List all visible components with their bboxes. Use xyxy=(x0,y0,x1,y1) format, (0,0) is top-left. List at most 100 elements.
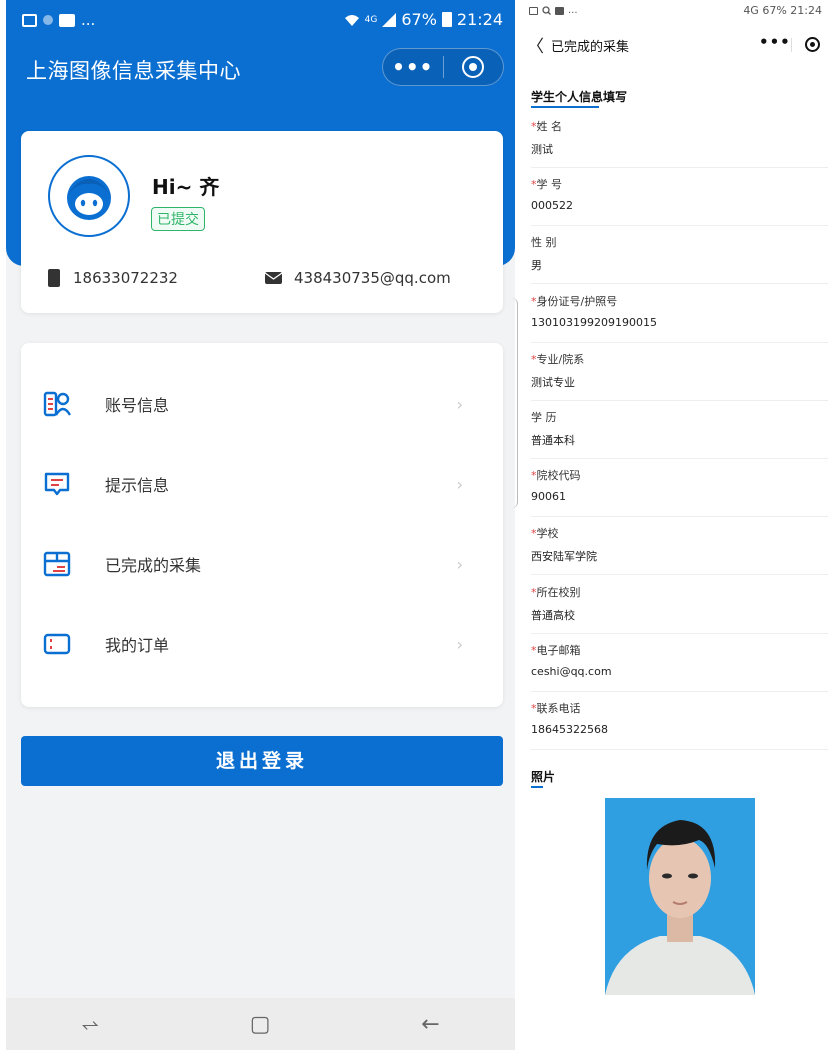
form-field: *所在校别普通高校 xyxy=(531,576,828,634)
field-label-text: 所在校别 xyxy=(536,586,581,599)
wifi-icon xyxy=(344,14,359,26)
field-value: 西安陆军学院 xyxy=(531,550,597,563)
system-nav-bar: ⥋ ▢ ← xyxy=(6,998,515,1050)
field-value: 90061 xyxy=(531,490,566,503)
chevron-right-icon: › xyxy=(456,634,463,654)
network-type: 4G xyxy=(743,4,759,17)
more-button[interactable]: ••• xyxy=(383,48,443,86)
form-field: *姓 名测试 xyxy=(531,110,828,168)
id-photo xyxy=(605,798,755,995)
field-label: *院校代码 xyxy=(531,467,581,483)
field-label-text: 姓 名 xyxy=(536,120,563,133)
profile-screen: ... 4G 67% 21:24 上海图像信息采集中心 ••• Hi~ 齐 已提… xyxy=(6,0,515,1050)
field-label-text: 性 别 xyxy=(531,236,557,249)
target-icon xyxy=(462,56,485,78)
signal-icon xyxy=(382,12,397,27)
home-button[interactable]: ▢ xyxy=(250,1012,271,1037)
field-label: *电子邮箱 xyxy=(531,642,581,658)
message-icon xyxy=(44,472,70,496)
side-handle xyxy=(512,298,518,508)
field-value: 000522 xyxy=(531,199,573,212)
form-field: 性 别男 xyxy=(531,226,828,284)
section-title: 学生个人信息填写 xyxy=(531,90,628,104)
collection-detail-screen: ... 4G 67% 21:24 〈 已完成的采集 ••• 学生个人信息填写 *… xyxy=(519,0,828,1050)
field-label: *联系电话 xyxy=(531,700,581,716)
field-label: *学校 xyxy=(531,525,559,541)
form-field: 学 历普通本科 xyxy=(531,401,828,459)
status-bar: ... 4G 67% 21:24 xyxy=(519,0,828,22)
back-button[interactable]: 〈 xyxy=(527,32,544,57)
field-label-text: 学 号 xyxy=(536,178,563,191)
field-label-text: 学校 xyxy=(536,527,559,540)
chevron-right-icon: › xyxy=(456,474,463,494)
field-value: 130103199209190015 xyxy=(531,316,657,329)
more-button[interactable]: ••• xyxy=(759,33,791,51)
status-badge: 已提交 xyxy=(151,207,205,231)
field-label: 性 别 xyxy=(531,234,557,250)
field-label-text: 联系电话 xyxy=(536,702,581,715)
menu-item-label: 已完成的采集 xyxy=(105,556,202,575)
section-underline xyxy=(531,106,599,108)
message-notification-icon xyxy=(555,6,564,15)
field-label: *专业/院系 xyxy=(531,351,584,367)
account-info-icon xyxy=(43,391,71,417)
logout-button[interactable]: 退出登录 xyxy=(21,736,503,786)
email-row: 438430735@qq.com xyxy=(265,269,451,287)
field-value: 普通本科 xyxy=(531,434,575,447)
menu-item-completed-collection[interactable]: 已完成的采集 › xyxy=(21,534,503,594)
ticket-icon xyxy=(43,633,71,655)
field-value: 测试 xyxy=(531,143,553,156)
search-icon xyxy=(542,6,551,15)
more-notifications: ... xyxy=(568,5,578,16)
recent-apps-button[interactable]: ⥋ xyxy=(81,1012,99,1037)
menu-item-account-info[interactable]: 账号信息 › xyxy=(21,374,503,434)
app-icon xyxy=(43,15,53,25)
field-label-text: 院校代码 xyxy=(536,469,581,482)
battery-icon xyxy=(441,12,452,27)
field-label-text: 专业/院系 xyxy=(536,353,585,366)
form-field: *联系电话 18645322568 xyxy=(531,692,828,750)
battery-percent: 67% xyxy=(762,4,787,17)
navigation-bar: 〈 已完成的采集 ••• xyxy=(519,28,828,62)
menu-item-label: 我的订单 xyxy=(105,636,170,655)
network-type: 4G xyxy=(364,14,378,25)
menu-item-label: 提示信息 xyxy=(105,476,170,495)
photo-section-title: 照片 xyxy=(531,770,556,784)
field-label: *身份证号/护照号 xyxy=(531,293,617,309)
field-label: 学 历 xyxy=(531,409,557,425)
message-notification-icon xyxy=(59,13,75,27)
greeting-text: Hi~ 齐 xyxy=(152,175,220,199)
field-label-text: 电子邮箱 xyxy=(536,644,581,657)
avatar-face-icon xyxy=(67,176,111,220)
close-mini-program-button[interactable] xyxy=(443,48,503,86)
field-label: *所在校别 xyxy=(531,584,581,600)
menu-item-label: 账号信息 xyxy=(105,396,170,415)
clock: 21:24 xyxy=(456,10,503,29)
portrait-image xyxy=(605,798,755,995)
gallery-icon xyxy=(529,6,538,15)
chevron-right-icon: › xyxy=(456,394,463,414)
profile-card: Hi~ 齐 已提交 18633072232 438430735@qq.com xyxy=(21,131,503,313)
phone-row: 18633072232 xyxy=(48,269,178,287)
field-label: *学 号 xyxy=(531,176,562,192)
chevron-right-icon: › xyxy=(456,554,463,574)
form-field: *院校代码 90061 xyxy=(531,459,828,517)
avatar[interactable] xyxy=(48,155,130,237)
menu-item-notice-info[interactable]: 提示信息 › xyxy=(21,454,503,514)
field-value: 男 xyxy=(531,259,542,272)
form-field: *学 号 000522 xyxy=(531,168,828,226)
field-value: 18645322568 xyxy=(531,723,608,736)
battery-percent: 67% xyxy=(401,10,437,29)
form-field: *学校西安陆军学院 xyxy=(531,517,828,575)
app-title: 上海图像信息采集中心 xyxy=(26,59,241,83)
menu-item-my-orders[interactable]: 我的订单 › xyxy=(21,614,503,674)
mini-program-capsule: ••• xyxy=(382,48,504,86)
form-field: *身份证号/护照号 130103199209190015 xyxy=(531,285,828,343)
section-underline xyxy=(531,786,543,788)
field-value: 普通高校 xyxy=(531,609,575,622)
close-mini-program-button[interactable] xyxy=(805,37,820,52)
back-button[interactable]: ← xyxy=(421,1012,439,1037)
menu-card: 账号信息 › 提示信息 › 已完成的采集 › 我的订单 › xyxy=(21,343,503,707)
box-icon xyxy=(43,551,71,577)
field-label-text: 身份证号/护照号 xyxy=(536,295,618,308)
